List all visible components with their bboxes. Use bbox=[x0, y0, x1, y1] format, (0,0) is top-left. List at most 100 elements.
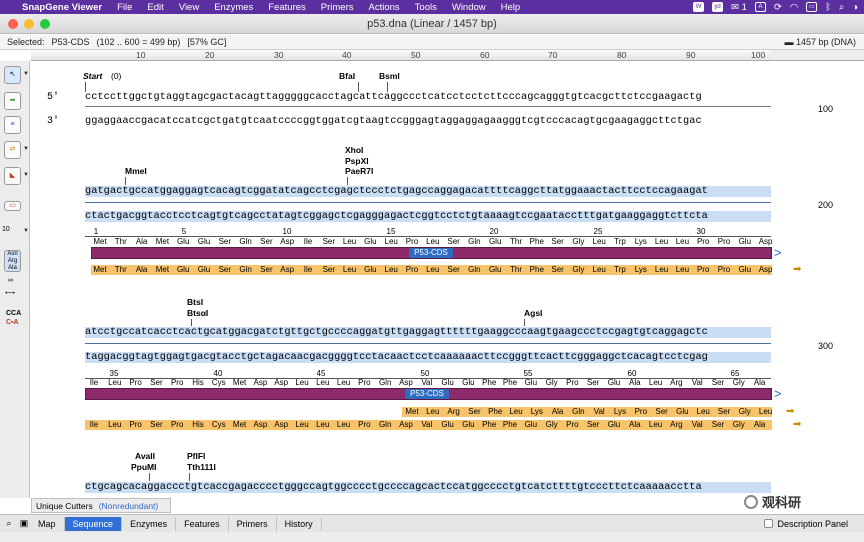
menu-primers[interactable]: Primers bbox=[321, 2, 354, 13]
tab-map[interactable]: Map bbox=[30, 516, 65, 531]
left-toolbar: ↖ ▼ ➡ ≡ ⇄ ▼ ◣ ▼ ▭ 10 ▼ Asn Arg Ala ∞ ⟷ CCA… bbox=[0, 61, 30, 498]
start-label: Start bbox=[83, 71, 103, 81]
zoom-icon[interactable]: ⌕ bbox=[3, 518, 15, 529]
description-panel-toggle[interactable]: Description Panel bbox=[764, 519, 848, 529]
bluetooth-icon[interactable]: ᛒ bbox=[825, 2, 831, 13]
window-title-bar: p53.dna (Linear / 1457 bp) bbox=[0, 14, 864, 34]
wechat-icon[interactable]: ✉ 1 bbox=[731, 2, 747, 13]
control-center-icon[interactable]: ◑ bbox=[852, 2, 858, 13]
protein-view-button[interactable]: ◣ bbox=[4, 167, 21, 185]
close-window-button[interactable] bbox=[8, 18, 18, 29]
tab-history[interactable]: History bbox=[277, 516, 322, 531]
amino-acid: Pro bbox=[696, 237, 710, 246]
amino-acid: Pro bbox=[717, 237, 731, 246]
amino-acid: Leu bbox=[108, 378, 122, 387]
bottom-strand[interactable]: ggaggaaccgacatccatcgctgatgtcaatccccggtgg… bbox=[85, 116, 771, 127]
chevron-down-icon[interactable]: ▼ bbox=[23, 146, 29, 152]
translation-row: Ile Leu Pro Ser Pro His Cys Met Asp Asp Leu Leu Leu P… bbox=[85, 378, 771, 388]
bottom-strand[interactable]: ctactgacggtacctcctcagtgtcagcctatagtcggag… bbox=[85, 211, 771, 222]
enzyme-mmei[interactable]: MmeI bbox=[125, 166, 147, 177]
menu-enzymes[interactable]: Enzymes bbox=[214, 2, 253, 13]
description-panel-checkbox[interactable] bbox=[764, 519, 774, 528]
translation-button[interactable]: Asn Arg Ala bbox=[4, 250, 21, 272]
amino-acid: Asp bbox=[399, 420, 413, 429]
menu-edit[interactable]: Edit bbox=[147, 2, 163, 13]
enzyme-bsmi[interactable]: BsmI bbox=[379, 71, 400, 82]
panel-toggle-icon[interactable]: ▣ bbox=[18, 518, 30, 529]
sync-icon[interactable]: ⟳ bbox=[774, 2, 782, 13]
amino-acid: Ser bbox=[322, 237, 336, 246]
top-strand[interactable]: cctccttggctgtaggtagcgactacagttagggggcacc… bbox=[85, 92, 771, 103]
orf-arrow-icon: ➡ bbox=[793, 419, 802, 430]
enzyme-ppumi[interactable]: PpuMI bbox=[131, 462, 157, 473]
amino-acid: Glu bbox=[197, 265, 211, 274]
menu-help[interactable]: Help bbox=[501, 2, 521, 13]
amino-acid: Pro bbox=[634, 407, 648, 416]
sequence-view[interactable]: Start (0) BfaI BsmI 5′ cctccttggctgtaggt… bbox=[31, 62, 864, 498]
select-tool-button[interactable]: ↖ bbox=[4, 66, 21, 84]
unique-cutters-selector[interactable]: Unique Cutters (Nonredundant) bbox=[31, 498, 171, 513]
menu-view[interactable]: View bbox=[179, 2, 199, 13]
feature-map-button[interactable]: ▭ bbox=[4, 201, 21, 211]
enzyme-xhoi[interactable]: XhoI bbox=[345, 145, 363, 156]
chevron-down-icon[interactable]: ▼ bbox=[23, 228, 29, 234]
reverse-complement-button[interactable]: ≡ bbox=[4, 116, 21, 134]
display-icon[interactable]: ▭ bbox=[806, 2, 818, 12]
position-ruler[interactable]: 10 20 30 40 50 60 70 80 90 100 bbox=[31, 50, 771, 61]
search-icon[interactable]: ⌕ bbox=[839, 2, 844, 13]
enzyme-bfai[interactable]: BfaI bbox=[339, 71, 355, 82]
strand-divider bbox=[85, 106, 771, 107]
enzyme-avaii[interactable]: AvaII bbox=[135, 451, 155, 462]
menu-features[interactable]: Features bbox=[268, 2, 306, 13]
youdao-icon[interactable]: yd bbox=[712, 2, 724, 12]
enzyme-pin bbox=[125, 177, 126, 185]
enzyme-tth111i[interactable]: Tth111I bbox=[187, 462, 216, 473]
codon-label[interactable]: CCA bbox=[6, 310, 21, 317]
amino-acid: Glu bbox=[462, 420, 475, 429]
zoom-window-button[interactable] bbox=[40, 18, 50, 29]
menu-actions[interactable]: Actions bbox=[369, 2, 400, 13]
top-strand[interactable]: atcctgccatcacctcactgcatggacgatctgttgctgc… bbox=[85, 327, 771, 338]
amino-acid: Thr bbox=[510, 265, 522, 274]
tab-enzymes[interactable]: Enzymes bbox=[122, 516, 177, 531]
cutters-mode[interactable]: (Nonredundant) bbox=[99, 501, 159, 511]
amino-acid: Ile bbox=[89, 378, 99, 387]
infinity-icon[interactable]: ∞ bbox=[8, 277, 13, 284]
amino-acid: Ala bbox=[135, 265, 148, 274]
amino-acid: Met bbox=[405, 407, 419, 416]
bottom-strand[interactable]: taggacggtagtggagtgacgtacctgctagacaacgacg… bbox=[85, 352, 771, 363]
aa-number: 60 bbox=[627, 369, 637, 378]
tab-features[interactable]: Features bbox=[176, 516, 229, 531]
tray-app-icon[interactable]: W bbox=[693, 2, 705, 12]
amino-acid: Ser bbox=[655, 407, 668, 416]
top-strand[interactable]: gatgactgccatggaggagtcacagtcggatatcagcctc… bbox=[85, 186, 771, 197]
dictionary-icon[interactable]: A bbox=[754, 2, 766, 12]
tab-sequence[interactable]: Sequence bbox=[64, 516, 123, 531]
chevron-down-icon[interactable]: ▼ bbox=[23, 172, 29, 178]
enzyme-agsi[interactable]: AgsI bbox=[524, 308, 542, 319]
amino-acid: Ala bbox=[551, 407, 564, 416]
codon-red-icon[interactable]: C▪A bbox=[6, 319, 19, 326]
tab-primers[interactable]: Primers bbox=[229, 516, 277, 531]
enzyme-btsi[interactable]: BtsI bbox=[187, 297, 203, 308]
enzyme-btsai[interactable]: BtsαI bbox=[187, 308, 208, 319]
enzyme-paer7i[interactable]: PaeR7I bbox=[345, 166, 373, 177]
enzyme-pflfi[interactable]: PflFI bbox=[187, 451, 205, 462]
menu-tools[interactable]: Tools bbox=[415, 2, 437, 13]
amino-acid: Val bbox=[421, 420, 433, 429]
swap-strands-button[interactable]: ⇄ bbox=[4, 141, 21, 159]
wifi-icon[interactable]: ◠ bbox=[790, 2, 798, 13]
bracket-icon[interactable]: ⟷ bbox=[5, 289, 15, 297]
amino-acid: Ala bbox=[629, 378, 641, 387]
amino-acid: Gly bbox=[572, 237, 585, 246]
menu-window[interactable]: Window bbox=[452, 2, 486, 13]
start-pin bbox=[85, 82, 86, 92]
chevron-down-icon[interactable]: ▼ bbox=[23, 71, 29, 77]
enzyme-count[interactable]: 10 bbox=[2, 226, 10, 233]
menu-file[interactable]: File bbox=[117, 2, 132, 13]
minimize-window-button[interactable] bbox=[24, 18, 34, 29]
ruler-tick: 80 bbox=[617, 50, 627, 60]
top-strand[interactable]: ctgcagcacaggaccctgtcaccgagacccctgggccagt… bbox=[85, 482, 771, 493]
app-name-menu[interactable]: SnapGene Viewer bbox=[22, 2, 102, 13]
insert-arrow-button[interactable]: ➡ bbox=[4, 92, 21, 110]
